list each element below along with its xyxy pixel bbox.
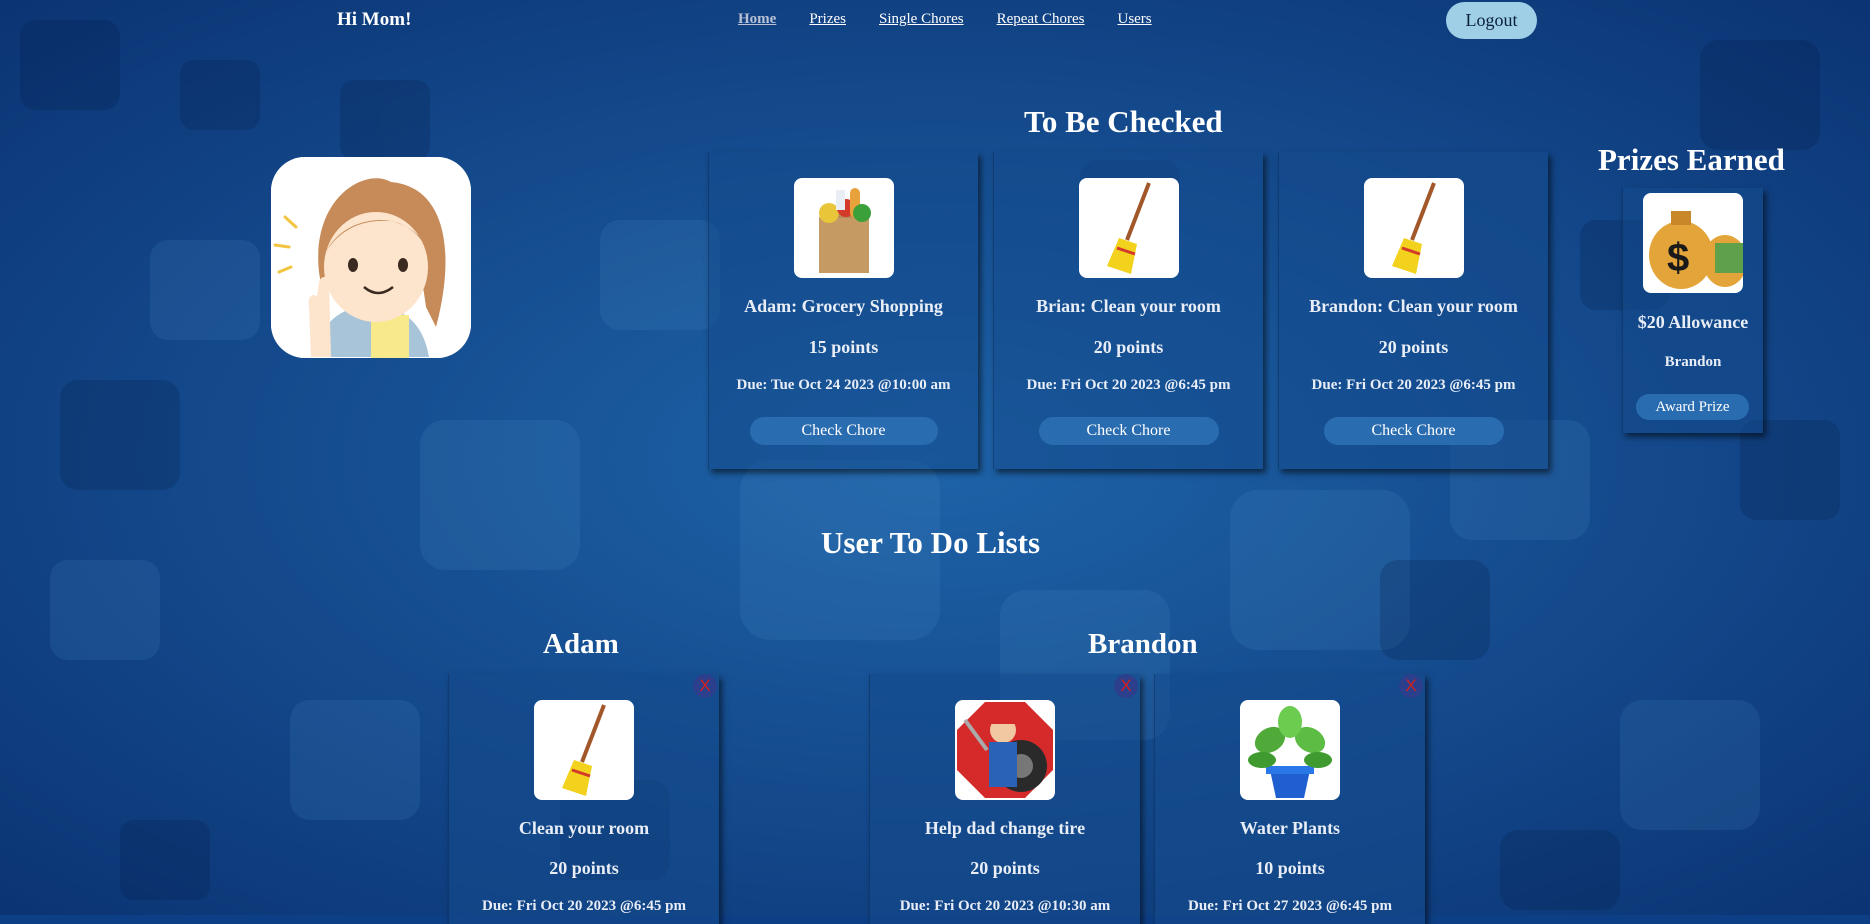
- prize-user: Brandon: [1664, 354, 1722, 370]
- todo-card: Water Plants 10 points Due: Fri Oct 27 2…: [1154, 674, 1425, 924]
- check-chore-button[interactable]: Check Chore: [749, 417, 938, 445]
- broom-icon: [1078, 178, 1179, 278]
- nav-prizes[interactable]: Prizes: [809, 11, 846, 28]
- chore-due: Due: Fri Oct 27 2023 @6:45 pm: [1188, 898, 1392, 914]
- prize-card: $ $20 Allowance Brandon Award Prize: [1622, 188, 1763, 433]
- greeting: Hi Mom!: [337, 9, 412, 30]
- grocery-bag-icon: [793, 178, 894, 278]
- chore-due: Due: Fri Oct 20 2023 @6:45 pm: [482, 898, 686, 914]
- broom-icon: [1363, 178, 1464, 278]
- chore-due: Due: Fri Oct 20 2023 @10:30 am: [899, 898, 1111, 914]
- check-card: Adam: Grocery Shopping 15 points Due: Tu…: [708, 152, 978, 469]
- user-name-brandon: Brandon: [1088, 628, 1198, 660]
- user-name-adam: Adam: [543, 628, 619, 660]
- nav-repeat-chores[interactable]: Repeat Chores: [997, 11, 1085, 28]
- chore-due: Due: Fri Oct 20 2023 @6:45 pm: [1026, 377, 1231, 393]
- chore-due: Due: Fri Oct 20 2023 @6:45 pm: [1311, 377, 1516, 393]
- money-bag-icon: $: [1643, 193, 1743, 293]
- delete-chore-button[interactable]: X: [1114, 674, 1138, 698]
- award-prize-button[interactable]: Award Prize: [1636, 394, 1749, 420]
- check-chore-button[interactable]: Check Chore: [1038, 417, 1219, 445]
- check-card: Brian: Clean your room 20 points Due: Fr…: [993, 152, 1263, 469]
- chore-title: Brian: Clean your room: [1036, 296, 1221, 316]
- check-card: Brandon: Clean your room 20 points Due: …: [1278, 152, 1548, 469]
- logout-button[interactable]: Logout: [1446, 2, 1537, 39]
- chore-due: Due: Tue Oct 24 2023 @10:00 am: [736, 377, 951, 393]
- chore-points: 20 points: [549, 858, 619, 878]
- chore-title: Brandon: Clean your room: [1309, 296, 1518, 316]
- to-be-checked-title: To Be Checked: [1024, 104, 1223, 139]
- chore-points: 15 points: [808, 337, 879, 357]
- nav-single-chores[interactable]: Single Chores: [879, 11, 964, 28]
- prize-title: $20 Allowance: [1637, 312, 1749, 332]
- todo-card: Help dad change tire 20 points Due: Fri …: [869, 674, 1140, 924]
- prizes-earned-title: Prizes Earned: [1598, 142, 1785, 177]
- chore-title: Water Plants: [1239, 818, 1341, 838]
- chore-points: 20 points: [1378, 337, 1449, 357]
- chore-title: Help dad change tire: [924, 818, 1086, 838]
- nav-users[interactable]: Users: [1117, 11, 1151, 28]
- broom-icon: [534, 700, 634, 800]
- chore-title: Clean your room: [518, 818, 650, 838]
- chore-points: 20 points: [1093, 337, 1164, 357]
- chore-title: Adam: Grocery Shopping: [744, 296, 943, 316]
- potted-plant-icon: [1240, 700, 1340, 800]
- chore-points: 20 points: [970, 858, 1040, 878]
- todo-card: Clean your room 20 points Due: Fri Oct 2…: [448, 674, 719, 924]
- nav-home[interactable]: Home: [738, 11, 776, 28]
- mechanic-tire-icon: [955, 700, 1055, 800]
- check-chore-button[interactable]: Check Chore: [1323, 417, 1504, 445]
- mom-avatar-icon: [271, 157, 471, 358]
- todo-lists-title: User To Do Lists: [821, 525, 1041, 560]
- delete-chore-button[interactable]: X: [1399, 674, 1423, 698]
- avatar: [271, 157, 471, 358]
- chore-points: 10 points: [1255, 858, 1325, 878]
- delete-chore-button[interactable]: X: [693, 674, 717, 698]
- main-nav: Home Prizes Single Chores Repeat Chores …: [738, 11, 1185, 28]
- svg-text:$: $: [1667, 236, 1689, 280]
